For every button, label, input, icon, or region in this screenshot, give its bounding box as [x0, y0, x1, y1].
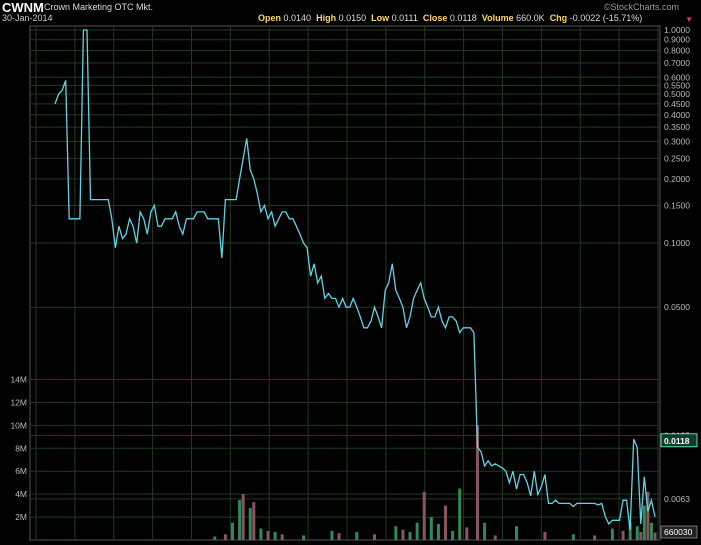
volume-bar: [252, 502, 256, 540]
volume-bar: [415, 522, 419, 540]
price-tick-label: 1.0000: [664, 25, 690, 35]
low-value: 0.0111: [391, 13, 418, 23]
volume-bar: [330, 530, 334, 540]
volume-tick-label: 2M: [15, 512, 27, 522]
plot-frame: [29, 25, 661, 541]
ohlc-summary: Open 0.0140 High 0.0150 Low 0.0111 Close…: [258, 13, 642, 23]
high-value: 0.0150: [338, 13, 367, 23]
volume-tick-label: 12M: [10, 397, 27, 407]
price-tick-label: 0.3500: [664, 122, 690, 132]
volume-bar: [639, 531, 643, 540]
chg-label: Chg: [549, 13, 568, 23]
volume-bar: [642, 505, 646, 540]
volume-bar: [280, 534, 284, 540]
price-tick-label: 0.1500: [664, 201, 690, 211]
volume-bar: [429, 517, 433, 540]
volume-bar: [621, 530, 625, 540]
volume-bar: [483, 522, 487, 540]
open-label: Open: [258, 13, 282, 23]
volume-bar: [241, 494, 245, 540]
price-volume-chart: 1.00000.90000.80000.70000.60000.55000.50…: [10, 25, 698, 541]
volume-bar: [259, 528, 263, 540]
volume-bar: [408, 531, 412, 540]
low-label: Low: [371, 13, 390, 23]
volume-bar: [373, 534, 377, 540]
volume-bar: [302, 535, 306, 540]
volume-bar: [493, 535, 497, 540]
volume-bar: [231, 522, 235, 540]
company-label: Crown Marketing: [44, 2, 113, 12]
price-tick-label: 0.7000: [664, 58, 690, 68]
exchange-label: OTC Mkt.: [114, 2, 154, 12]
volume-bar: [458, 488, 462, 540]
chg-value: -0.0022 (-15.71%): [569, 13, 643, 23]
volume-bar: [653, 532, 657, 540]
price-line: [54, 29, 656, 531]
volume-bar: [223, 534, 227, 540]
close-label: Close: [422, 13, 448, 23]
volume-bar: [266, 530, 270, 540]
volume-bar: [436, 523, 440, 540]
volume-tick-label: 14M: [10, 374, 27, 384]
price-tick-label: 0.0063: [664, 494, 690, 504]
price-tick-label: 0.3000: [664, 136, 690, 146]
volume-bar: [635, 526, 639, 540]
volume-tick-label: 10M: [10, 420, 27, 430]
price-tick-label: 0.0500: [664, 302, 690, 312]
price-tick-label: 0.5000: [664, 89, 690, 99]
volume-bar: [515, 526, 519, 540]
volume-bar: [248, 507, 252, 540]
volume-tick-label: 8M: [15, 443, 27, 453]
volume-bar: [571, 534, 575, 540]
brand-watermark[interactable]: ©StockCharts.com: [604, 2, 679, 12]
volume-tick-label: 4M: [15, 489, 27, 499]
volume-bar: [444, 505, 448, 540]
volume-bar: [451, 530, 455, 540]
volume-tick-label: 6M: [15, 466, 27, 476]
volume-bar: [394, 526, 398, 540]
volume-bar: [401, 529, 405, 540]
volume-bar: [649, 522, 653, 540]
volume-bar: [273, 531, 277, 540]
volume-bar: [238, 499, 242, 540]
quote-date: 30-Jan-2014: [2, 13, 53, 23]
volume-bar: [422, 491, 426, 540]
down-arrow-icon: ▼: [685, 15, 693, 24]
volume-bar: [355, 531, 359, 540]
price-tick-label: 0.8000: [664, 46, 690, 56]
close-value: 0.0118: [449, 13, 477, 23]
price-tick-label: 0.1000: [664, 238, 690, 248]
price-tick-label: 0.2000: [664, 174, 690, 184]
volume-bar: [465, 527, 469, 540]
volume-value: 660.0K: [516, 13, 545, 23]
volume-bar: [610, 528, 614, 540]
volume-bar: [213, 536, 217, 540]
volume-bar: [593, 535, 597, 540]
price-tick-label: 0.4500: [664, 99, 690, 109]
high-label: High: [316, 13, 337, 23]
last-price-label: 0.0118: [664, 436, 690, 446]
price-tick-label: 0.2500: [664, 153, 690, 163]
price-tick-label: 0.4000: [664, 110, 690, 120]
volume-bar: [543, 531, 547, 540]
price-tick-label: 0.9000: [664, 35, 690, 45]
company-name: Crown Marketing OTC Mkt.: [44, 2, 153, 12]
last-volume-label: 660030: [664, 527, 693, 537]
open-value: 0.0140: [283, 13, 312, 23]
volume-label: Volume: [481, 13, 514, 23]
volume-bar: [337, 533, 341, 540]
